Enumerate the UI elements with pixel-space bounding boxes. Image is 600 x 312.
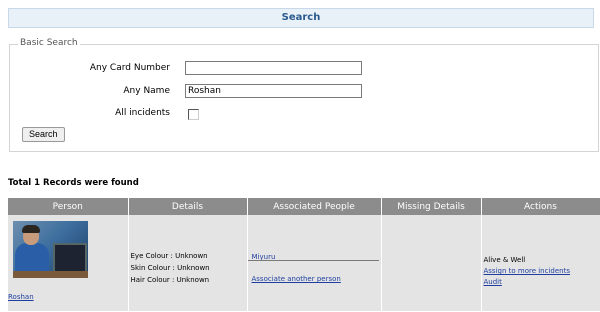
- hair-colour-detail: Hair Colour : Unknown: [130, 276, 210, 284]
- column-header-associated-people[interactable]: Associated People: [247, 198, 382, 215]
- column-header-details[interactable]: Details: [128, 198, 248, 215]
- associated-people-cell: Miyuru Associate another person: [247, 215, 382, 311]
- name-input[interactable]: [185, 84, 362, 98]
- status-text: Alive & Well: [483, 256, 526, 264]
- card-number-input[interactable]: [185, 61, 362, 75]
- results-header-row: Person Details Associated People Missing…: [8, 198, 600, 215]
- basic-search-panel: Basic Search Any Card Number Any Name Al…: [9, 38, 599, 152]
- column-header-actions[interactable]: Actions: [481, 198, 600, 215]
- audit-link[interactable]: Audit: [484, 278, 502, 286]
- column-header-person[interactable]: Person: [8, 198, 129, 215]
- all-incidents-label: All incidents: [115, 108, 170, 118]
- column-header-missing-details[interactable]: Missing Details: [381, 198, 482, 215]
- all-incidents-checkbox[interactable]: [188, 109, 199, 120]
- missing-details-cell: [381, 215, 482, 311]
- name-label: Any Name: [123, 86, 170, 96]
- person-photo-icon[interactable]: [13, 221, 88, 278]
- actions-cell: Alive & Well Assign to more incidents Au…: [481, 215, 600, 311]
- search-page-header: Search: [8, 8, 594, 28]
- results-table: Person Details Associated People Missing…: [8, 198, 600, 311]
- assign-to-incidents-link[interactable]: Assign to more incidents: [484, 267, 571, 275]
- person-cell: Roshan: [8, 215, 129, 311]
- associated-divider: [247, 260, 379, 261]
- card-number-label: Any Card Number: [89, 63, 170, 73]
- details-cell: Eye Colour : Unknown Skin Colour : Unkno…: [128, 215, 248, 311]
- table-row: Roshan Eye Colour : Unknown Skin Colour …: [8, 215, 600, 311]
- associate-another-person-link[interactable]: Associate another person: [252, 275, 341, 283]
- skin-colour-detail: Skin Colour : Unknown: [130, 264, 210, 272]
- search-button[interactable]: Search: [22, 127, 65, 142]
- basic-search-legend: Basic Search: [18, 38, 80, 48]
- results-summary: Total 1 Records were found: [8, 178, 139, 188]
- eye-colour-detail: Eye Colour : Unknown: [130, 252, 208, 260]
- person-name-link[interactable]: Roshan: [8, 293, 34, 301]
